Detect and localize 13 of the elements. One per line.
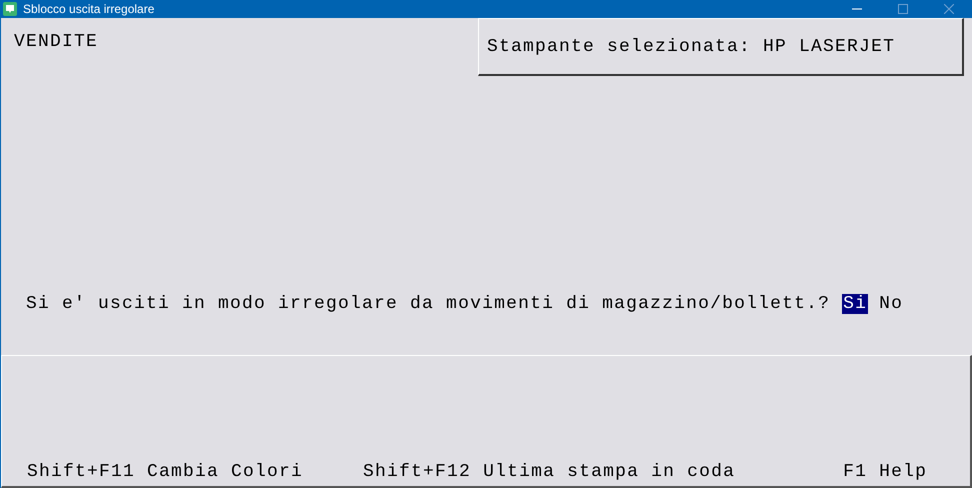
section-title: VENDITE [14, 32, 98, 52]
question-text: Si e' usciti in modo irregolare da movimenti di magazzino/bollett.? [26, 294, 830, 314]
printer-name: HP LASERJET [763, 36, 896, 56]
window-title: Sblocco uscita irregolare [23, 2, 156, 16]
answer-option[interactable]: Si [842, 294, 868, 314]
function-key-hint[interactable]: F1 Help [843, 462, 928, 482]
answer-option[interactable]: No [878, 294, 904, 314]
maximize-icon[interactable] [898, 4, 908, 14]
function-key-hint[interactable]: Shift+F12 Ultima stampa in coda [363, 462, 736, 482]
app-icon [3, 2, 17, 16]
printer-label: Stampante selezionata: [487, 36, 752, 56]
function-key-hint[interactable]: Shift+F11 Cambia Colori [27, 462, 304, 482]
close-icon[interactable] [944, 4, 954, 14]
